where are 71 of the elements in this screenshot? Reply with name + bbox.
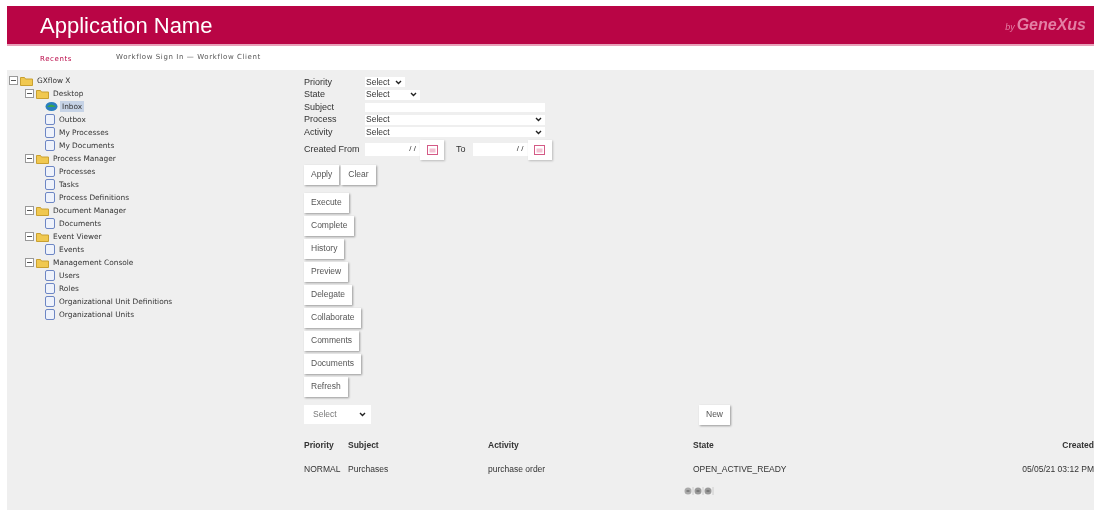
action-button[interactable]: Documents [304, 353, 361, 374]
folder-icon [36, 231, 49, 242]
field-label: Priority [304, 75, 333, 89]
folder-icon [36, 153, 49, 164]
collapse-toggle[interactable] [25, 89, 34, 98]
new-button[interactable]: New [699, 404, 730, 425]
field-label: Process [304, 113, 338, 126]
folder-icon [20, 75, 33, 86]
folder-icon [36, 88, 49, 99]
field-label: Subject [304, 100, 336, 114]
date-field[interactable]: / / [365, 143, 420, 156]
dropdown[interactable]: Select [365, 127, 545, 138]
globe-icon [45, 101, 58, 112]
column-header: Priority [304, 438, 335, 452]
document-icon [45, 114, 55, 125]
date-field[interactable]: / / [472, 143, 528, 156]
table-cell-text: Purchases [348, 463, 390, 476]
folder-icon [36, 205, 49, 216]
chevron-icon [359, 412, 366, 417]
document-icon [45, 127, 55, 138]
document-icon [45, 140, 55, 151]
collapse-toggle[interactable] [25, 232, 34, 241]
column-header: State [693, 438, 715, 452]
brand-logo: by GeneXus [1005, 15, 1086, 35]
table-cell-text: OPEN_ACTIVE_READY [693, 463, 788, 476]
app-title: Application Name [40, 11, 213, 40]
action-button[interactable]: Comments [304, 330, 360, 351]
column-header: Subject [348, 438, 380, 452]
dropdown[interactable]: Select [365, 77, 405, 88]
field-label: Created From [304, 142, 361, 156]
document-icon [45, 192, 55, 203]
action-button[interactable]: Refresh [304, 376, 348, 397]
calendar-icon [534, 144, 545, 155]
dropdown[interactable]: Select [365, 89, 420, 100]
column-header: Created [1061, 438, 1094, 452]
filter-button[interactable]: Clear [341, 164, 376, 185]
collapse-toggle[interactable] [25, 154, 34, 163]
dropdown[interactable]: Select [304, 405, 371, 424]
dropdown[interactable]: Select [365, 114, 545, 125]
chevron-icon [410, 92, 417, 98]
action-button[interactable]: Complete [304, 215, 355, 236]
collapse-toggle[interactable] [25, 258, 34, 267]
document-icon [45, 283, 55, 294]
document-icon [45, 179, 55, 190]
document-icon [45, 309, 55, 320]
document-icon [45, 218, 55, 229]
action-button[interactable]: Preview [304, 261, 349, 282]
collapse-toggle[interactable] [25, 206, 34, 215]
pager-icon[interactable] [684, 486, 714, 496]
field-label: State [304, 88, 326, 101]
field-label: To [456, 142, 466, 156]
document-icon [45, 270, 55, 281]
folder-icon [36, 257, 49, 268]
action-button[interactable]: History [304, 238, 345, 259]
table-cell: 05/05/21 03:12 PM [1022, 463, 1094, 476]
calendar-button[interactable] [420, 139, 444, 160]
column-header: Activity [488, 438, 520, 452]
document-icon [45, 244, 55, 255]
table-cell-text: NORMAL [304, 463, 342, 476]
table-cell-text: purchase order [488, 463, 547, 476]
filter-button[interactable]: Apply [304, 164, 340, 185]
action-button[interactable]: Delegate [304, 284, 353, 305]
document-icon [45, 296, 55, 307]
document-icon [45, 166, 55, 177]
calendar-icon [426, 144, 438, 155]
action-button[interactable]: Execute [304, 192, 349, 213]
field-label: Activity [304, 125, 334, 139]
collapse-toggle[interactable] [9, 76, 18, 85]
chevron-icon [395, 79, 402, 85]
calendar-button[interactable] [527, 139, 552, 160]
action-button[interactable]: Collaborate [304, 307, 362, 328]
